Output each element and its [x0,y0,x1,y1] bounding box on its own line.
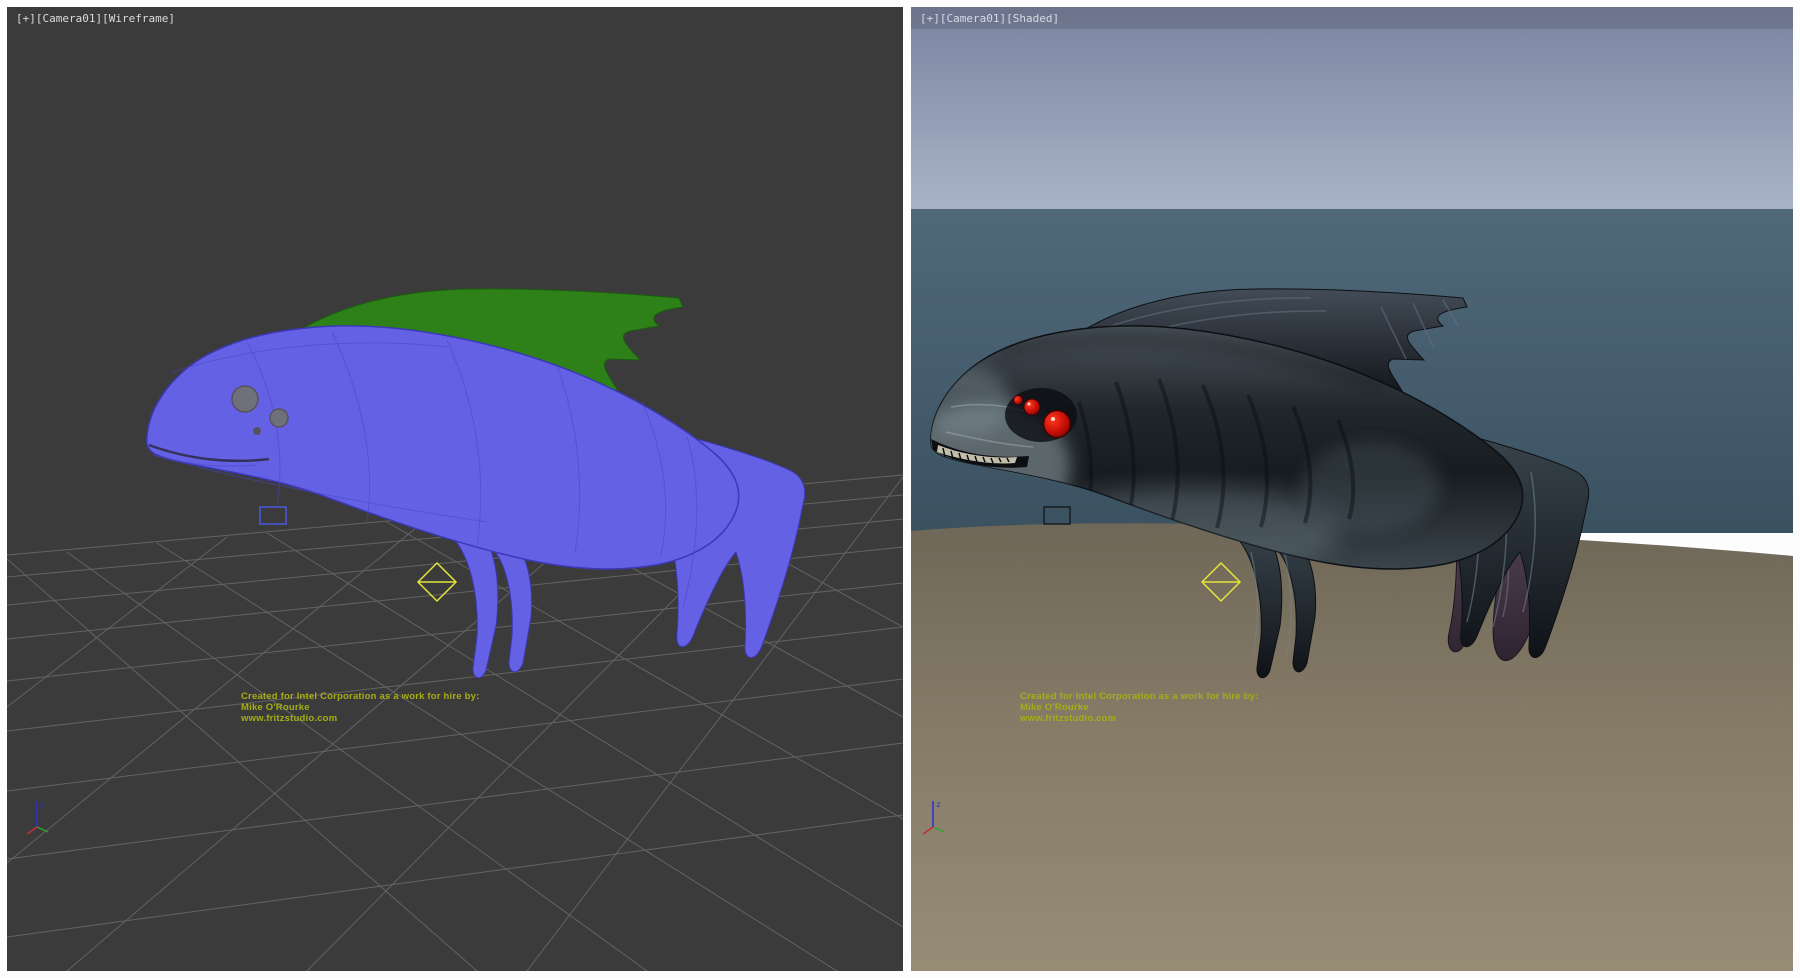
axis-z-label: z [936,800,941,809]
red-eye-large [1044,411,1071,438]
watermark-line2: Mike O'Rourke [1020,702,1089,713]
eye-dot [253,427,261,435]
red-eye-medium [1024,399,1040,415]
eye-small [270,409,288,427]
watermark-line3: www.fritzstudio.com [1019,713,1116,724]
watermark-line1: Created for Intel Corporation as a work … [1020,691,1258,702]
eyes-shaded [1005,388,1077,442]
sand-ground [911,523,1793,971]
watermark-line1: Created for Intel Corporation as a work … [241,691,479,702]
viewport-label-shaded[interactable]: [+][Camera01][Shaded] [920,12,1059,25]
watermark-line3: www.fritzstudio.com [240,713,337,724]
red-eye-small [1014,396,1023,405]
dual-viewport-window: Created for Intel Corporation as a work … [0,0,1800,978]
viewport-label-wireframe[interactable]: [+][Camera01][Wireframe] [16,12,175,25]
watermark-line2: Mike O'Rourke [241,702,310,713]
eye-large [232,386,258,412]
viewport-wireframe[interactable]: Created for Intel Corporation as a work … [7,7,903,971]
axis-z-label: z [40,800,45,809]
eye-highlight-1 [1051,417,1055,421]
viewport-shaded[interactable]: Created for Intel Corporation as a work … [911,7,1793,971]
sky [911,7,1793,209]
eye-highlight-2 [1028,403,1031,406]
